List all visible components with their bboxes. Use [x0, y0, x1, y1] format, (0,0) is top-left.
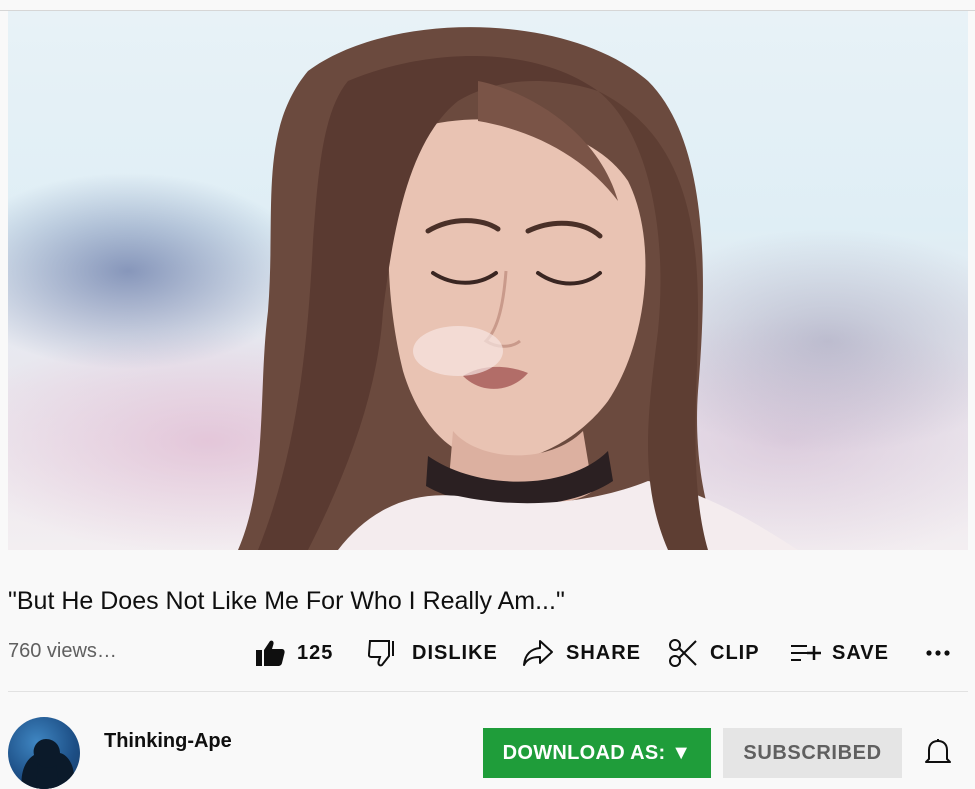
channel-avatar[interactable]	[8, 717, 80, 789]
clip-button[interactable]: CLIP	[668, 634, 760, 672]
view-count[interactable]: 760 views…	[8, 639, 117, 663]
scissors-icon	[668, 638, 698, 668]
playlist-add-icon	[790, 643, 822, 663]
video-thumbnail-painting	[238, 27, 798, 550]
like-count: 125	[297, 641, 334, 664]
save-label: SAVE	[832, 641, 889, 664]
dislike-button[interactable]: DISLIKE	[368, 634, 498, 672]
more-actions-button[interactable]	[925, 634, 951, 672]
dislike-label: DISLIKE	[412, 641, 498, 664]
section-divider	[8, 691, 968, 692]
save-button[interactable]: SAVE	[790, 634, 889, 672]
share-button[interactable]: SHARE	[522, 634, 641, 672]
clip-label: CLIP	[710, 641, 760, 664]
download-as-button[interactable]: DOWNLOAD AS: ▼	[483, 728, 711, 778]
thumbs-down-icon	[368, 639, 398, 667]
subscribed-button[interactable]: SUBSCRIBED	[723, 728, 902, 778]
ape-silhouette-icon	[21, 739, 74, 789]
share-arrow-icon	[522, 639, 554, 667]
more-horizontal-icon	[925, 649, 951, 657]
notification-bell-button[interactable]	[924, 737, 952, 772]
bell-icon	[924, 739, 952, 771]
share-label: SHARE	[566, 641, 642, 664]
video-title: "But He Does Not Like Me For Who I Reall…	[8, 587, 565, 615]
video-player[interactable]	[8, 11, 968, 550]
channel-name[interactable]: Thinking-Ape	[104, 730, 232, 753]
like-button[interactable]: 125	[255, 634, 333, 672]
thumbs-up-icon	[255, 639, 285, 667]
